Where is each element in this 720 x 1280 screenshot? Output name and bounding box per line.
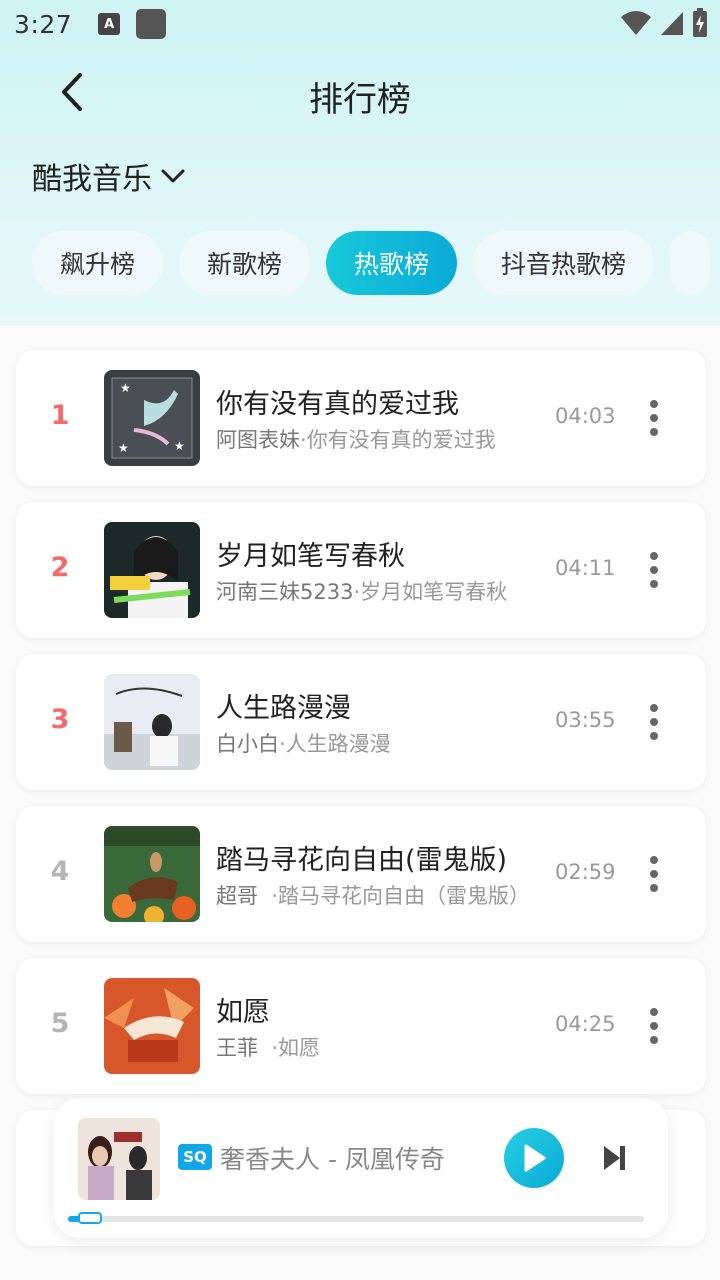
top-navigation: 排行榜 xyxy=(0,56,720,132)
song-duration: 04:25 xyxy=(555,1012,616,1036)
song-rank: 5 xyxy=(50,1008,70,1039)
song-duration: 04:03 xyxy=(555,404,616,428)
battery-icon xyxy=(693,8,707,37)
song-subtitle: 王菲 ·如愿 xyxy=(216,1036,321,1060)
song-artist: 阿图表妹 xyxy=(216,428,300,452)
source-dropdown[interactable]: 酷我音乐 xyxy=(32,154,186,198)
song-album: 踏马寻花向自由（雷鬼版） xyxy=(278,884,531,908)
tab-hot-songs[interactable]: 热歌榜 xyxy=(326,231,458,295)
cellular-signal-icon xyxy=(661,12,683,35)
song-row[interactable]: 5 如愿 王菲 ·如愿 04:25 xyxy=(16,958,706,1094)
song-rank: 2 xyxy=(50,552,70,583)
song-subtitle: 阿图表妹·你有没有真的爱过我 xyxy=(216,428,496,452)
svg-text:★: ★ xyxy=(174,439,185,453)
song-rank: 3 xyxy=(50,704,70,735)
more-options-button[interactable] xyxy=(638,850,670,898)
song-rank: 4 xyxy=(50,856,70,887)
next-track-button[interactable] xyxy=(600,1142,628,1174)
song-subtitle: 白小白·人生路漫漫 xyxy=(216,732,391,756)
more-vertical-icon xyxy=(650,856,658,864)
more-vertical-icon xyxy=(650,400,658,408)
song-duration: 02:59 xyxy=(555,860,616,884)
play-icon xyxy=(524,1144,546,1172)
notification-app-icon xyxy=(136,9,167,39)
skip-next-icon xyxy=(604,1146,625,1170)
tab-more[interactable] xyxy=(670,231,711,295)
now-playing-cover xyxy=(78,1118,160,1200)
song-duration: 03:55 xyxy=(555,708,616,732)
song-artist: 超哥 xyxy=(216,884,258,908)
song-subtitle: 超哥 ·踏马寻花向自由（雷鬼版） xyxy=(216,884,531,908)
song-row[interactable]: 2 岁月如笔写春秋 河南三妹5233·岁月如笔写春秋 04:11 xyxy=(16,502,706,638)
song-title: 如愿 xyxy=(216,997,270,1028)
song-title: 踏马寻花向自由(雷鬼版) xyxy=(216,845,508,876)
song-row[interactable]: 1 ★ ★ ★ 你有没有真的爱过我 阿图表妹·你有没有真的爱过我 04:03 xyxy=(16,350,706,486)
song-album: 你有没有真的爱过我 xyxy=(306,428,496,452)
more-vertical-icon xyxy=(650,704,658,712)
tab-new-songs[interactable]: 新歌榜 xyxy=(179,231,311,295)
more-options-button[interactable] xyxy=(638,546,670,594)
status-bar: 3:27 A xyxy=(0,0,720,48)
play-button[interactable] xyxy=(504,1128,564,1188)
song-artist: 白小白 xyxy=(216,732,279,756)
svg-text:★: ★ xyxy=(118,441,129,455)
song-subtitle: 河南三妹5233·岁月如笔写春秋 xyxy=(216,580,508,604)
more-vertical-icon xyxy=(650,552,658,560)
chart-tabs: 飙升榜 新歌榜 热歌榜 抖音热歌榜 xyxy=(32,231,720,295)
song-album: 人生路漫漫 xyxy=(285,732,391,756)
album-cover: ★ ★ ★ xyxy=(104,370,200,466)
song-rank: 1 xyxy=(50,400,70,431)
more-options-button[interactable] xyxy=(638,1002,670,1050)
song-artist: 王菲 xyxy=(216,1036,258,1060)
song-duration: 04:11 xyxy=(555,556,616,580)
status-icons xyxy=(620,8,708,38)
quality-badge: SQ xyxy=(178,1144,212,1170)
now-playing-title: 奢香夫人 - 凤凰传奇 xyxy=(220,1145,445,1174)
status-time: 3:27 xyxy=(14,9,73,39)
mini-player[interactable]: SQ 奢香夫人 - 凤凰传奇 xyxy=(54,1098,668,1238)
chevron-down-icon xyxy=(161,169,185,183)
notification-a-icon: A xyxy=(98,13,121,35)
song-title: 人生路漫漫 xyxy=(216,693,351,724)
album-cover xyxy=(104,522,200,618)
album-cover xyxy=(104,674,200,770)
song-album: 岁月如笔写春秋 xyxy=(360,580,508,604)
tab-label: 新歌榜 xyxy=(207,250,283,279)
tab-label: 飙升榜 xyxy=(60,250,136,279)
tab-soaring[interactable]: 飙升榜 xyxy=(32,231,164,295)
album-cover xyxy=(104,978,200,1074)
song-title: 你有没有真的爱过我 xyxy=(216,389,459,420)
tab-label: 抖音热歌榜 xyxy=(501,250,627,279)
tab-label: 热歌榜 xyxy=(354,250,430,279)
more-options-button[interactable] xyxy=(638,698,670,746)
song-title: 岁月如笔写春秋 xyxy=(216,541,405,572)
album-cover xyxy=(104,826,200,922)
song-row[interactable]: 3 人生路漫漫 白小白·人生路漫漫 03:55 xyxy=(16,654,706,790)
wifi-icon xyxy=(621,11,651,35)
page-title: 排行榜 xyxy=(309,80,411,120)
more-options-button[interactable] xyxy=(638,394,670,442)
source-label: 酷我音乐 xyxy=(32,162,152,197)
more-vertical-icon xyxy=(650,1008,658,1016)
song-artist: 河南三妹5233 xyxy=(216,580,354,604)
progress-thumb[interactable] xyxy=(77,1212,102,1224)
progress-bar[interactable] xyxy=(68,1212,644,1224)
song-album: 如愿 xyxy=(278,1036,321,1060)
song-row[interactable]: 4 踏马寻花向自由(雷鬼版) 超哥 ·踏马寻花向自由（雷鬼版） 02:59 xyxy=(16,806,706,942)
tab-douyin-hot[interactable]: 抖音热歌榜 xyxy=(473,231,655,295)
svg-text:★: ★ xyxy=(120,381,131,395)
